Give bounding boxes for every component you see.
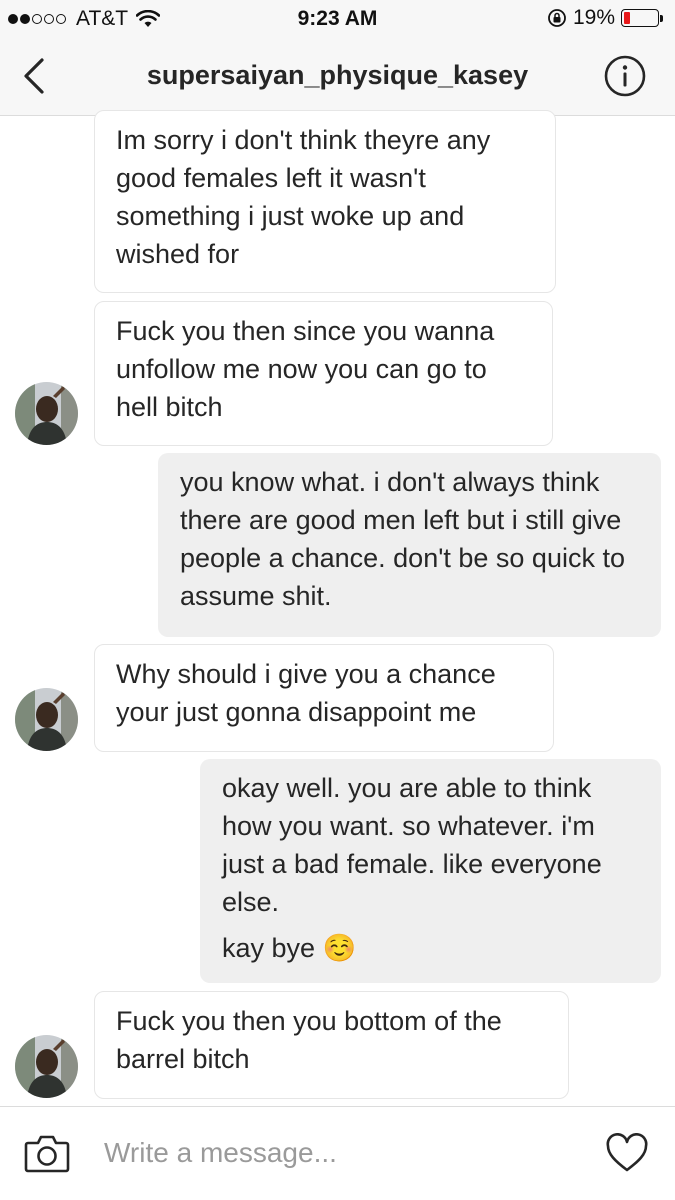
status-right: 19% — [547, 6, 663, 30]
heart-icon — [606, 1133, 648, 1172]
message-text: kay bye ☺️ — [222, 933, 357, 963]
message-text: Fuck you then since you wanna unfollow m… — [116, 316, 495, 422]
battery-icon — [621, 9, 659, 27]
avatar-photo — [15, 1035, 78, 1098]
message-bubble-received: Why should i give you a chance your just… — [94, 644, 554, 752]
message-input[interactable] — [104, 1133, 564, 1173]
sender-avatar[interactable] — [15, 688, 78, 751]
info-icon — [604, 55, 646, 97]
battery-percent: 19% — [572, 6, 615, 29]
rotation-lock-icon — [548, 9, 566, 27]
message-bubble-sent: you know what. i don't always think ther… — [158, 453, 661, 637]
avatar-photo — [15, 688, 78, 751]
battery-level — [624, 12, 630, 24]
info-button[interactable] — [603, 54, 647, 98]
message-bubble-received: Im sorry i don't think theyre any good f… — [94, 110, 556, 293]
sender-avatar[interactable] — [15, 382, 78, 445]
conversation-header: supersaiyan_physique_kasey — [0, 38, 675, 116]
message-text: Fuck you then you bottom of the barrel b… — [116, 1006, 502, 1074]
camera-button[interactable] — [24, 1133, 70, 1173]
message-bubble-received: Fuck you then you bottom of the barrel b… — [94, 991, 569, 1099]
sender-avatar[interactable] — [15, 1035, 78, 1098]
message-composer — [0, 1106, 675, 1200]
direct-message-screen: AT&T 9:23 AM 19% supersaiyan_physique_ka… — [0, 0, 675, 1200]
conversation-title[interactable]: supersaiyan_physique_kasey — [0, 60, 675, 91]
message-text: Why should i give you a chance your just… — [116, 659, 496, 727]
message-text: okay well. you are able to think how you… — [222, 773, 602, 917]
message-text: you know what. i don't always think ther… — [180, 467, 625, 611]
camera-icon — [24, 1135, 70, 1173]
message-bubble-received: Fuck you then since you wanna unfollow m… — [94, 301, 553, 446]
status-bar: AT&T 9:23 AM 19% — [0, 0, 675, 38]
like-button[interactable] — [605, 1133, 649, 1173]
message-bubble-sent: okay well. you are able to think how you… — [200, 759, 661, 983]
battery-tip — [660, 14, 663, 22]
message-text: Im sorry i don't think theyre any good f… — [116, 125, 491, 269]
avatar-photo — [15, 382, 78, 445]
